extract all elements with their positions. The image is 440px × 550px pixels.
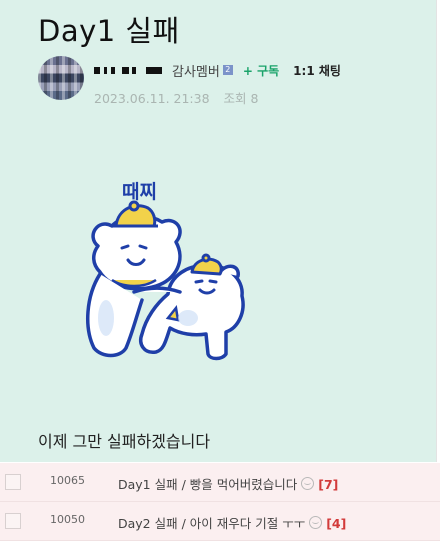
post-container: Day1 실패 감사멤버 2 + 구독 1:1 채팅 2023.06.11. 2…: [0, 0, 437, 462]
post-number: 10050: [50, 513, 85, 526]
related-post-list: 10065 Day1 실패 / 빵을 먹어버렸습니다 [7] 10050 Day2…: [0, 463, 440, 541]
post-body: 이제 그만 실패하겠습니다: [38, 432, 211, 451]
list-item[interactable]: 10050 Day2 실패 / 아이 재우다 기절 ㅜㅜ [4]: [0, 502, 440, 541]
sticker-caption: 때찌: [122, 181, 157, 203]
author-row: 감사멤버 2 + 구독 1:1 채팅: [94, 61, 341, 80]
post-subject-link[interactable]: Day2 실패 / 아이 재우다 기절 ㅜㅜ [4]: [118, 513, 346, 532]
emoticon-icon: [309, 516, 323, 529]
chat-button[interactable]: 1:1 채팅: [293, 62, 341, 79]
post-subject: Day2 실패 / 아이 재우다 기절 ㅜㅜ: [118, 516, 306, 531]
emoticon-icon: [301, 477, 315, 490]
post-title: Day1 실패: [38, 14, 180, 48]
grade-badge-icon: 2: [222, 65, 233, 75]
post-date: 2023.06.11. 21:38: [94, 91, 210, 106]
comment-count[interactable]: [7]: [318, 477, 338, 492]
row-checkbox[interactable]: [5, 474, 21, 490]
bear-sticker-image: 때찌: [86, 181, 245, 361]
post-subject: Day1 실패 / 빵을 먹어버렸습니다: [118, 477, 298, 492]
post-subject-link[interactable]: Day1 실패 / 빵을 먹어버렸습니다 [7]: [118, 474, 338, 493]
list-item[interactable]: 10065 Day1 실패 / 빵을 먹어버렸습니다 [7]: [0, 463, 440, 502]
post-number: 10065: [50, 474, 85, 487]
row-checkbox[interactable]: [5, 513, 21, 529]
comment-count[interactable]: [4]: [326, 516, 346, 531]
author-nickname-redacted[interactable]: [94, 64, 168, 76]
author-avatar[interactable]: [38, 56, 84, 100]
post-views: 조회 8: [223, 91, 259, 106]
post-meta: 2023.06.11. 21:38 조회 8: [94, 88, 258, 107]
author-grade: 감사멤버: [172, 64, 220, 80]
subscribe-button[interactable]: + 구독: [243, 62, 279, 79]
